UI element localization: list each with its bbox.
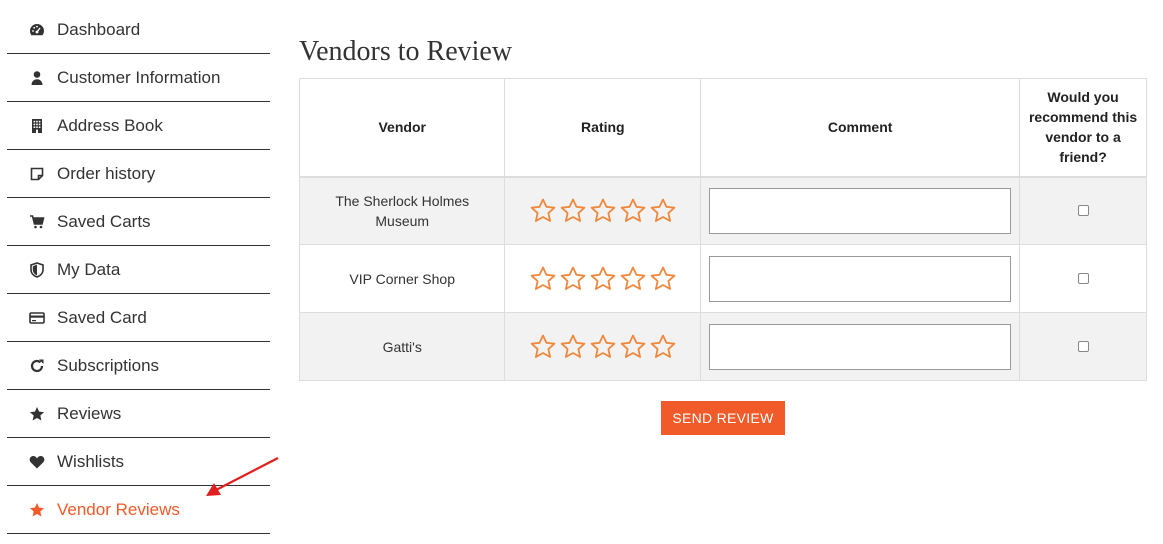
comment-textarea[interactable] bbox=[709, 187, 1012, 234]
recommend-checkbox[interactable] bbox=[1077, 272, 1089, 284]
sidebar-item-subscriptions[interactable]: Subscriptions bbox=[7, 342, 270, 390]
star-icon bbox=[27, 500, 47, 520]
annotation-arrow-icon bbox=[206, 457, 279, 496]
star-icon bbox=[27, 404, 47, 424]
rating-star-icon[interactable] bbox=[649, 333, 677, 361]
rating-star-icon[interactable] bbox=[529, 333, 557, 361]
comment-textarea[interactable] bbox=[709, 255, 1012, 302]
note-icon bbox=[27, 164, 47, 184]
sidebar-item-label: Customer Information bbox=[57, 67, 221, 87]
main-content: Vendors to Review Vendor Rating Comment … bbox=[298, 36, 1147, 381]
sidebar-item-my-data[interactable]: My Data bbox=[7, 246, 270, 294]
rating-star-icon[interactable] bbox=[619, 333, 647, 361]
sidebar-item-label: Vendor Reviews bbox=[57, 499, 180, 519]
rating-star-icon[interactable] bbox=[529, 197, 557, 225]
vendor-name: Gatti's bbox=[298, 312, 506, 381]
column-header-vendor: Vendor bbox=[298, 78, 506, 178]
table-row: Gatti's bbox=[298, 312, 1147, 381]
page-title: Vendors to Review bbox=[299, 36, 513, 67]
rating-star-icon[interactable] bbox=[619, 197, 647, 225]
sidebar-item-label: Order history bbox=[57, 163, 156, 183]
rating-cell bbox=[504, 244, 702, 313]
building-icon bbox=[27, 116, 47, 136]
sidebar-item-address-book[interactable]: Address Book bbox=[7, 102, 270, 150]
sidebar-item-label: Saved Card bbox=[57, 307, 147, 327]
rating-star-icon[interactable] bbox=[649, 265, 677, 293]
rating-star-icon[interactable] bbox=[589, 265, 617, 293]
rating-star-icon[interactable] bbox=[529, 265, 557, 293]
rating-star-icon[interactable] bbox=[619, 265, 647, 293]
recommend-checkbox[interactable] bbox=[1077, 204, 1089, 216]
column-header-rating: Rating bbox=[504, 78, 702, 178]
cart-icon bbox=[27, 212, 47, 232]
sidebar-item-label: Reviews bbox=[57, 403, 122, 423]
sidebar-item-label: Saved Carts bbox=[57, 211, 151, 231]
sidebar-item-saved-card[interactable]: Saved Card bbox=[7, 294, 270, 342]
recommend-cell bbox=[1019, 176, 1147, 245]
rating-cell bbox=[504, 176, 702, 245]
sidebar-item-dashboard[interactable]: Dashboard bbox=[7, 6, 270, 54]
sidebar-item-label: My Data bbox=[57, 259, 121, 279]
recommend-checkbox[interactable] bbox=[1077, 340, 1089, 352]
rating-cell bbox=[504, 312, 702, 381]
shield-icon bbox=[27, 260, 47, 280]
star-rating[interactable] bbox=[505, 333, 700, 361]
star-rating[interactable] bbox=[505, 265, 700, 293]
sidebar-item-label: Subscriptions bbox=[57, 355, 160, 375]
table-row: VIP Corner Shop bbox=[298, 244, 1147, 313]
rating-star-icon[interactable] bbox=[649, 197, 677, 225]
star-rating[interactable] bbox=[505, 197, 700, 225]
sidebar-item-saved-carts[interactable]: Saved Carts bbox=[7, 198, 270, 246]
rating-star-icon[interactable] bbox=[559, 265, 587, 293]
dashboard-icon bbox=[27, 20, 47, 40]
credit-card-icon bbox=[27, 308, 47, 328]
comment-textarea[interactable] bbox=[709, 323, 1012, 370]
comment-cell bbox=[700, 176, 1021, 245]
vendor-review-table: Vendor Rating Comment Would you recommen… bbox=[298, 78, 1147, 381]
sidebar-item-customer-information[interactable]: Customer Information bbox=[7, 54, 270, 102]
sidebar-item-label: Dashboard bbox=[57, 19, 141, 39]
rating-star-icon[interactable] bbox=[559, 197, 587, 225]
column-header-recommend: Would you recommend this vendor to a fri… bbox=[1019, 78, 1147, 178]
table-row: The Sherlock Holmes Museum bbox=[298, 176, 1147, 245]
refresh-icon bbox=[27, 356, 47, 376]
comment-cell bbox=[700, 312, 1021, 381]
rating-star-icon[interactable] bbox=[589, 197, 617, 225]
comment-cell bbox=[700, 244, 1021, 313]
recommend-cell bbox=[1019, 312, 1147, 381]
send-review-button[interactable]: SEND REVIEW bbox=[661, 401, 785, 435]
vendor-name: VIP Corner Shop bbox=[298, 244, 506, 313]
recommend-cell bbox=[1019, 244, 1147, 313]
user-icon bbox=[27, 68, 47, 88]
sidebar-item-label: Address Book bbox=[57, 115, 163, 135]
sidebar-item-reviews[interactable]: Reviews bbox=[7, 390, 270, 438]
heart-icon bbox=[27, 452, 47, 472]
column-header-comment: Comment bbox=[700, 78, 1021, 178]
vendor-name: The Sherlock Holmes Museum bbox=[298, 176, 506, 245]
sidebar-item-label: Wishlists bbox=[57, 451, 125, 471]
rating-star-icon[interactable] bbox=[559, 333, 587, 361]
rating-star-icon[interactable] bbox=[589, 333, 617, 361]
sidebar-item-order-history[interactable]: Order history bbox=[7, 150, 270, 198]
table-header-row: Vendor Rating Comment Would you recommen… bbox=[298, 78, 1147, 178]
